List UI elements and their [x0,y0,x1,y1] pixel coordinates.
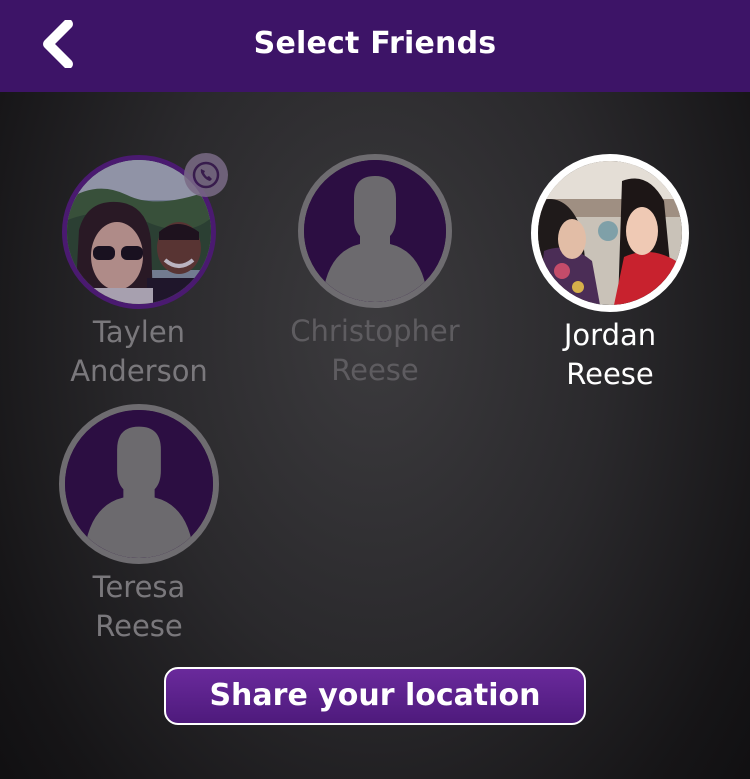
friend-first-name: Christopher [290,314,460,348]
viber-badge [184,153,228,197]
friend-item-christopher-reese[interactable]: Christopher Reese [265,154,485,390]
person-silhouette-icon [65,410,213,558]
share-location-button[interactable]: Share your location [164,667,586,725]
avatar [531,154,689,312]
friend-photo [538,161,682,305]
friend-last-name: Reese [566,357,654,391]
friend-last-name: Reese [331,353,419,387]
friend-item-teresa-reese[interactable]: Teresa Reese [29,404,249,646]
viber-phone-icon [192,161,220,189]
person-silhouette-icon [304,160,446,302]
friend-first-name: Jordan [563,318,657,352]
select-friends-screen: Select Friends Taylen Anderson Christoph… [0,0,750,779]
friend-first-name: Teresa [92,570,186,604]
friend-item-jordan-reese[interactable]: Jordan Reese [500,154,720,394]
friend-last-name: Reese [95,609,183,643]
header-bar: Select Friends [0,0,750,92]
avatar-placeholder [298,154,452,308]
avatar-placeholder [59,404,219,564]
friend-last-name: Anderson [70,354,208,388]
page-title: Select Friends [253,26,497,61]
friend-first-name: Taylen [92,315,186,349]
